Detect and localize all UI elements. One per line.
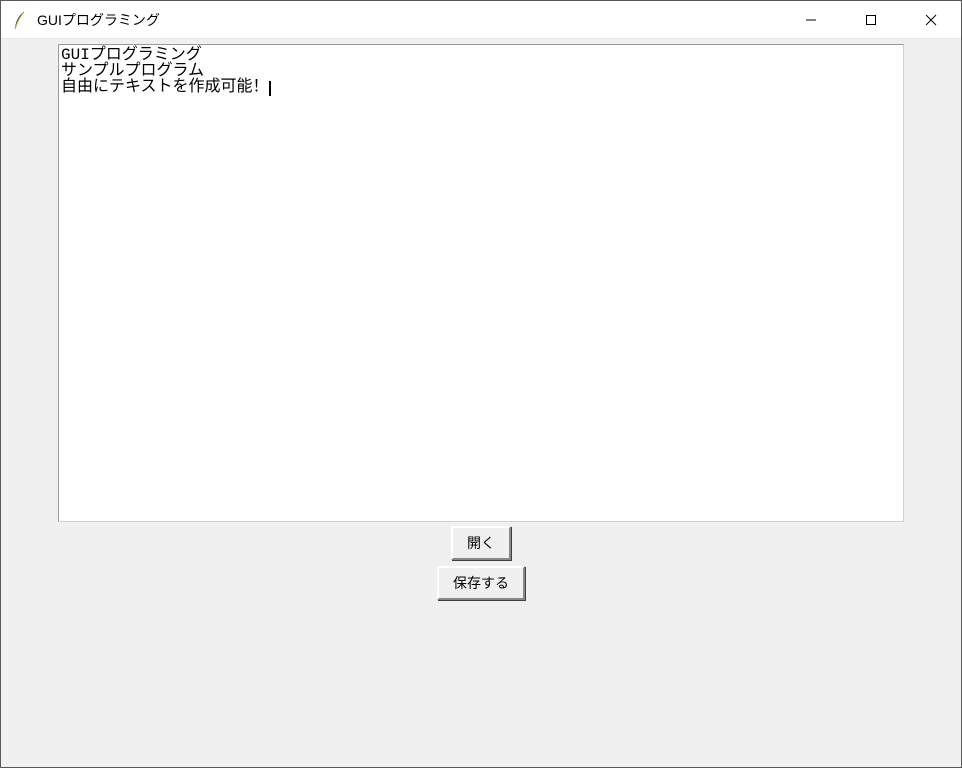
minimize-button[interactable]: [781, 1, 841, 38]
text-content: GUIプログラミング サンプルプログラム 自由にテキストを作成可能！: [61, 46, 269, 96]
titlebar-controls: [781, 1, 961, 38]
text-caret: [269, 81, 271, 96]
close-button[interactable]: [901, 1, 961, 38]
text-editor[interactable]: GUIプログラミング サンプルプログラム 自由にテキストを作成可能！: [58, 44, 904, 522]
save-button[interactable]: 保存する: [437, 566, 525, 600]
button-row: 開く 保存する: [437, 526, 525, 600]
maximize-button[interactable]: [841, 1, 901, 38]
open-button[interactable]: 開く: [451, 526, 511, 560]
client-area: GUIプログラミング サンプルプログラム 自由にテキストを作成可能！ 開く 保存…: [1, 39, 961, 767]
app-window: GUIプログラミング GUIプログラミング サンプルプログラム 自由にテキストを…: [0, 0, 962, 768]
window-title: GUIプログラミング: [37, 10, 160, 30]
app-feather-icon: [11, 9, 29, 31]
titlebar[interactable]: GUIプログラミング: [1, 1, 961, 39]
